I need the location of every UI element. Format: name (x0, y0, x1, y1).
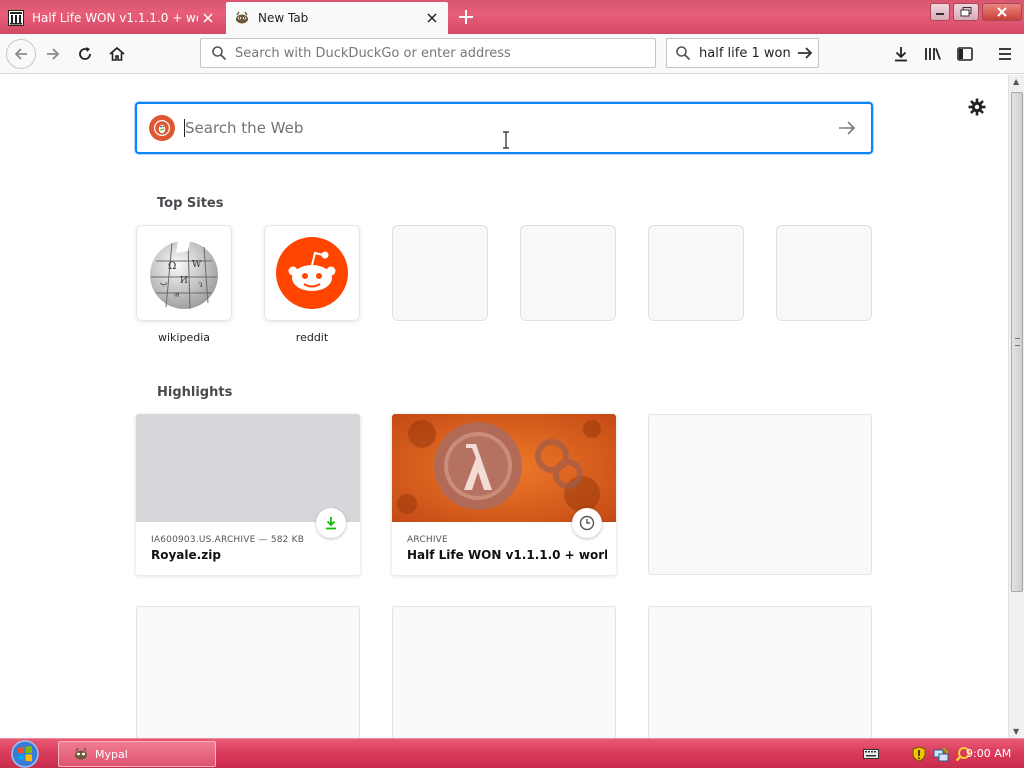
reddit-icon (276, 237, 348, 309)
network-icon[interactable] (932, 745, 950, 763)
top-site-empty[interactable] (776, 225, 872, 321)
url-bar[interactable]: Search with DuckDuckGo or enter address (200, 38, 656, 68)
highlights-heading: Highlights (157, 385, 233, 400)
svg-text:Ω: Ω (168, 261, 176, 272)
taskbar-clock[interactable]: 9:00 AM (966, 747, 1011, 760)
top-site-empty[interactable] (648, 225, 744, 321)
top-site-empty[interactable] (520, 225, 616, 321)
new-tab-page: Search the Web Top Sites ΩWИวبज wikipedi… (0, 75, 1008, 738)
svg-text:W: W (192, 260, 202, 270)
top-site-label: reddit (295, 331, 329, 344)
top-site-wikipedia[interactable]: Ω WИ ว بज (136, 225, 232, 321)
clock-icon (579, 515, 595, 531)
visited-badge (572, 508, 602, 538)
duckduckgo-icon (149, 115, 175, 141)
tab-title: Half Life WON v1.1.1.0 + working (32, 11, 198, 25)
close-window-button[interactable] (982, 3, 1022, 21)
mypal-icon (234, 10, 250, 26)
card-title: Half Life WON v1.1.1.0 + workin... (407, 548, 607, 562)
half-life-thumbnail (392, 414, 616, 522)
start-button[interactable] (8, 739, 42, 768)
url-placeholder: Search with DuckDuckGo or enter address (235, 45, 511, 61)
system-tray (862, 739, 976, 768)
forward-button[interactable] (38, 39, 68, 69)
download-icon (326, 517, 336, 530)
mypal-icon (75, 747, 87, 760)
close-tab-icon[interactable] (422, 8, 442, 28)
highlight-card-empty (392, 606, 616, 738)
back-icon (14, 48, 27, 60)
highlight-card-empty (648, 414, 872, 575)
close-icon (997, 7, 1007, 17)
card-context: ARCHIVE (407, 535, 448, 545)
scroll-down-arrow-icon[interactable]: ▼ (1013, 727, 1019, 736)
search-go-button[interactable] (792, 40, 818, 66)
highlight-card-empty (136, 606, 360, 738)
reload-button[interactable] (70, 39, 100, 69)
sidebar-button[interactable] (950, 39, 980, 69)
svg-text:И: И (180, 276, 188, 286)
top-site-label: wikipedia (157, 331, 210, 344)
tab-new-tab[interactable]: New Tab (226, 2, 448, 34)
card-thumbnail (136, 414, 360, 522)
maximize-button[interactable] (953, 3, 979, 21)
card-title: Royale.zip (151, 548, 221, 562)
highlight-card-royale[interactable]: IA600903.US.ARCHIVE — 582 KB Royale.zip (136, 414, 360, 575)
archive-icon (8, 10, 24, 26)
tab-half-life[interactable]: Half Life WON v1.1.1.0 + working (0, 2, 224, 34)
library-icon (925, 48, 941, 60)
search-icon (676, 46, 691, 61)
security-shield-icon[interactable] (910, 745, 928, 763)
keyboard-icon[interactable] (862, 745, 880, 763)
highlight-card-half-life[interactable]: ARCHIVE Half Life WON v1.1.1.0 + workin.… (392, 414, 616, 575)
maximize-icon (960, 7, 972, 17)
top-sites-heading: Top Sites (157, 196, 224, 211)
scrollbar-thumb[interactable] (1011, 92, 1023, 592)
reload-icon (79, 47, 91, 60)
menu-button[interactable] (990, 39, 1020, 69)
card-context: IA600903.US.ARCHIVE — 582 KB (151, 535, 305, 545)
plus-icon (459, 10, 473, 24)
minimize-button[interactable] (930, 3, 950, 21)
menu-icon (999, 48, 1011, 60)
tab-strip: Half Life WON v1.1.1.0 + working New Tab (0, 0, 1024, 34)
taskbar: Mypal 9:00 AM (0, 738, 1024, 768)
highlight-card-empty (648, 606, 872, 738)
downloads-button[interactable] (886, 39, 916, 69)
search-bar-value: half life 1 won (699, 45, 791, 61)
close-tab-icon[interactable] (198, 8, 218, 28)
taskbar-mypal[interactable]: Mypal (58, 741, 216, 767)
top-site-empty[interactable] (392, 225, 488, 321)
sidebar-icon (957, 47, 973, 61)
gear-icon (968, 98, 986, 116)
downloads-icon (895, 47, 907, 62)
text-cursor-icon (503, 131, 509, 149)
vertical-scrollbar[interactable]: ▲ ▼ (1008, 75, 1024, 738)
navigation-toolbar: Search with DuckDuckGo or enter address … (0, 34, 1024, 74)
download-badge (316, 508, 346, 538)
library-button[interactable] (918, 39, 948, 69)
web-search-submit[interactable] (827, 108, 867, 148)
taskbar-item-label: Mypal (95, 747, 128, 761)
scroll-up-arrow-icon[interactable]: ▲ (1013, 77, 1019, 86)
minimize-icon (936, 13, 944, 15)
back-button[interactable] (6, 39, 36, 69)
wikipedia-icon: Ω WИ ว بज (150, 240, 218, 310)
arrow-right-icon (798, 47, 813, 59)
search-bar[interactable]: half life 1 won (666, 38, 819, 68)
home-button[interactable] (102, 39, 132, 69)
svg-text:ب: ب (160, 278, 168, 287)
arrow-right-icon (839, 121, 856, 135)
page-settings-button[interactable] (965, 95, 989, 119)
svg-text:ज: ज (174, 291, 180, 299)
windows-start-icon (11, 740, 39, 768)
new-tab-button[interactable] (454, 6, 478, 28)
home-icon (109, 46, 125, 61)
search-icon (212, 46, 227, 61)
svg-text:ว: ว (198, 280, 203, 289)
tab-title: New Tab (258, 11, 309, 25)
forward-icon (47, 48, 60, 60)
top-site-reddit[interactable] (264, 225, 360, 321)
